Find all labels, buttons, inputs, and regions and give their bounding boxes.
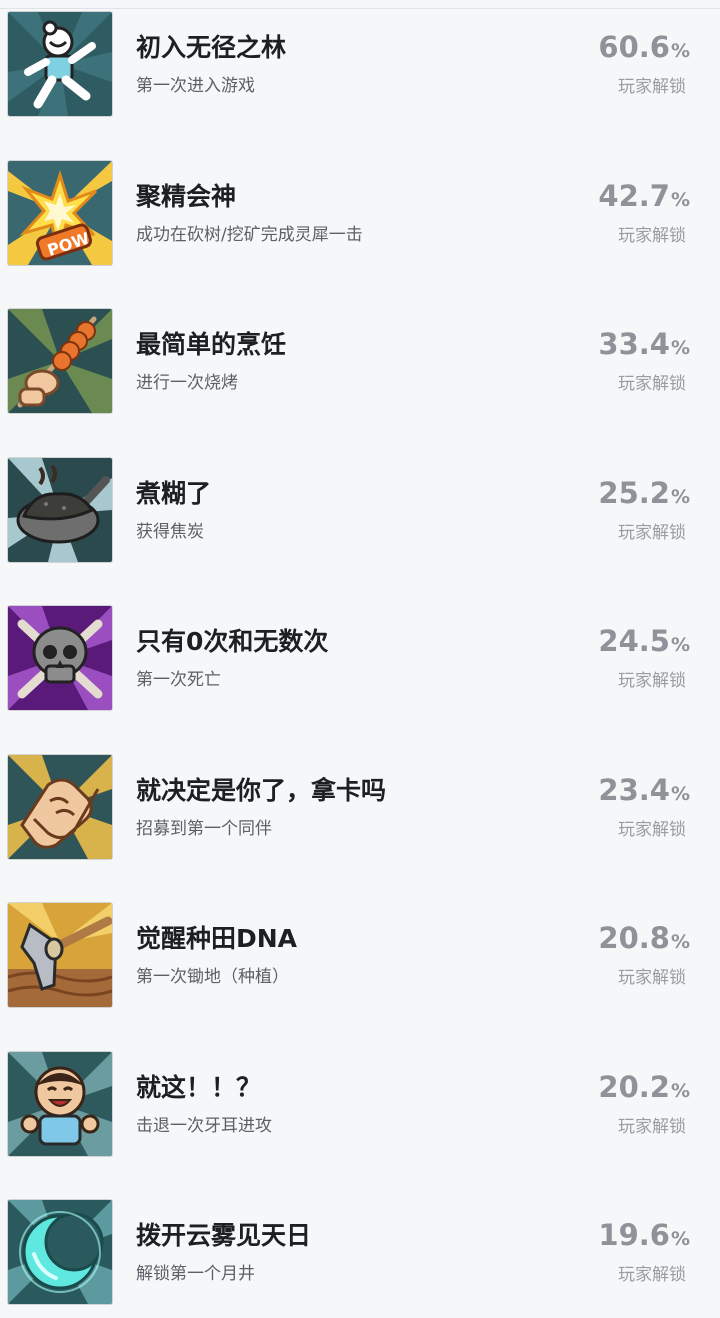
- unlock-label: 玩家解锁: [618, 671, 686, 691]
- laughing-man-icon: [8, 1052, 112, 1156]
- achievement-row[interactable]: POW 聚精会神 成功在砍树/挖矿完成灵犀一击 42.7% 玩家解锁: [0, 159, 720, 265]
- unlock-percentage: 20.8%: [598, 921, 690, 955]
- achievement-row[interactable]: 就这！！？ 击退一次牙耳进攻 20.2% 玩家解锁: [0, 1050, 720, 1156]
- unlock-percentage: 20.2%: [598, 1070, 690, 1104]
- unlock-percentage: 25.2%: [598, 476, 690, 510]
- achievement-title: 拨开云雾见天日: [136, 1221, 312, 1250]
- achievement-description: 第一次锄地（种植）: [136, 967, 289, 987]
- achievement-description: 成功在砍树/挖矿完成灵犀一击: [136, 225, 363, 245]
- unlock-label: 玩家解锁: [618, 820, 686, 840]
- crescent-moon-icon: [8, 1200, 112, 1304]
- unlock-percentage: 24.5%: [598, 624, 690, 658]
- achievement-title: 聚精会神: [136, 182, 237, 211]
- achievement-row[interactable]: 拨开云雾见天日 解锁第一个月井 19.6% 玩家解锁: [0, 1198, 720, 1304]
- unlock-percentage: 19.6%: [598, 1218, 690, 1252]
- achievement-title: 就决定是你了，拿卡吗: [136, 776, 387, 805]
- hoe-icon: [8, 903, 112, 1007]
- achievement-title: 煮糊了: [136, 479, 212, 508]
- achievement-row[interactable]: 最简单的烹饪 进行一次烧烤 33.4% 玩家解锁: [0, 307, 720, 413]
- unlock-percentage: 33.4%: [598, 327, 690, 361]
- achievement-row[interactable]: 初入无径之林 第一次进入游戏 60.6% 玩家解锁: [0, 10, 720, 116]
- unlock-percentage: 42.7%: [598, 179, 690, 213]
- achievement-description: 招募到第一个同伴: [136, 819, 272, 839]
- unlock-label: 玩家解锁: [618, 77, 686, 97]
- unlock-label: 玩家解锁: [618, 1265, 686, 1285]
- achievement-title: 初入无径之林: [136, 33, 287, 62]
- running-person-icon: [8, 12, 112, 116]
- achievement-description: 获得焦炭: [136, 522, 204, 542]
- unlock-percentage: 23.4%: [598, 773, 690, 807]
- unlock-label: 玩家解锁: [618, 1117, 686, 1137]
- achievement-description: 第一次进入游戏: [136, 76, 255, 96]
- burnt-pan-icon: [8, 458, 112, 562]
- skull-crossbones-icon: [8, 606, 112, 710]
- unlock-label: 玩家解锁: [618, 374, 686, 394]
- unlock-percentage: 60.6%: [598, 30, 690, 64]
- achievement-row[interactable]: 就决定是你了，拿卡吗 招募到第一个同伴 23.4% 玩家解锁: [0, 753, 720, 859]
- unlock-label: 玩家解锁: [618, 226, 686, 246]
- achievement-title: 就这！！？: [136, 1073, 262, 1102]
- pow-burst-icon: POW: [8, 161, 112, 265]
- achievement-description: 解锁第一个月井: [136, 1264, 255, 1284]
- handshake-icon: [8, 755, 112, 859]
- achievement-row[interactable]: 觉醒种田DNA 第一次锄地（种植） 20.8% 玩家解锁: [0, 901, 720, 1007]
- achievement-row[interactable]: 只有0次和无数次 第一次死亡 24.5% 玩家解锁: [0, 604, 720, 710]
- top-divider: [0, 8, 720, 9]
- skewer-icon: [8, 309, 112, 413]
- achievement-row[interactable]: 煮糊了 获得焦炭 25.2% 玩家解锁: [0, 456, 720, 562]
- achievement-description: 进行一次烧烤: [136, 373, 238, 393]
- achievement-description: 击退一次牙耳进攻: [136, 1116, 272, 1136]
- achievement-title: 最简单的烹饪: [136, 330, 287, 359]
- achievement-title: 只有0次和无数次: [136, 627, 329, 656]
- achievement-description: 第一次死亡: [136, 670, 221, 690]
- unlock-label: 玩家解锁: [618, 523, 686, 543]
- achievement-title: 觉醒种田DNA: [136, 924, 298, 953]
- unlock-label: 玩家解锁: [618, 968, 686, 988]
